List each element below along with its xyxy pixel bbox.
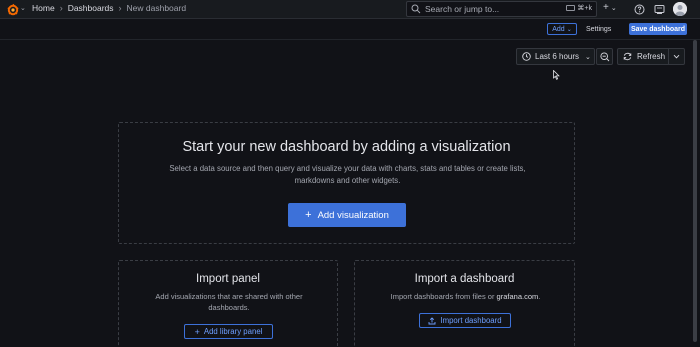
add-library-panel-button[interactable]: + Add library panel [184, 324, 273, 339]
search-input[interactable]: Search or jump to... ⌘+k [406, 1, 597, 17]
add-library-panel-label: Add library panel [203, 327, 263, 336]
chevron-right-icon: › [118, 3, 122, 13]
grafana-com-link[interactable]: grafana.com [497, 292, 539, 301]
grafana-logo-icon[interactable] [6, 3, 20, 17]
shortcut-label: ⌘+k [577, 5, 592, 12]
description-text: Import dashboards from files or [390, 292, 497, 301]
chevron-down-icon [673, 54, 680, 59]
description-suffix: . [538, 292, 541, 301]
breadcrumb-current: New dashboard [126, 3, 187, 13]
breadcrumb-home[interactable]: Home [32, 3, 55, 13]
import-panel-card: Import panel Add visualizations that are… [118, 260, 338, 347]
settings-button[interactable]: Settings [586, 23, 611, 35]
empty-state-title: Start your new dashboard by adding a vis… [182, 139, 511, 155]
divider [668, 49, 669, 64]
import-panel-description: Add visualizations that are shared with … [155, 292, 303, 312]
chevron-right-icon: › [59, 3, 63, 13]
import-panel-title: Import panel [196, 273, 260, 285]
save-dashboard-button[interactable]: Save dashboard [629, 23, 687, 35]
upload-icon [428, 316, 436, 324]
empty-state-description: Select a data source and then query and … [169, 164, 526, 185]
add-visualization-button[interactable]: + Add visualization [288, 203, 406, 227]
time-range-picker[interactable]: Last 6 hours ⌄ [516, 48, 595, 65]
add-visualization-label: Add visualization [317, 209, 389, 221]
clock-icon [522, 52, 531, 61]
top-navbar: ⌄ Home › Dashboards › New dashboard Sear… [0, 0, 700, 19]
chevron-down-icon: ⌄ [566, 26, 572, 33]
chevron-down-icon[interactable]: ⌄ [20, 4, 26, 12]
avatar[interactable] [673, 2, 687, 16]
search-shortcut: ⌘+k [566, 4, 592, 12]
chevron-down-icon: ⌄ [610, 4, 617, 12]
import-dashboard-button[interactable]: Import dashboard [419, 313, 511, 328]
breadcrumb-dashboards[interactable]: Dashboards [68, 3, 114, 13]
zoom-out-button[interactable] [596, 48, 613, 65]
search-placeholder: Search or jump to... [425, 4, 500, 14]
help-icon[interactable] [634, 4, 645, 15]
new-menu-button[interactable]: + ⌄ [603, 2, 617, 13]
keyboard-icon [566, 5, 576, 11]
import-dashboard-label: Import dashboard [440, 316, 502, 325]
time-range-label: Last 6 hours [535, 52, 580, 61]
news-icon[interactable] [654, 4, 665, 15]
plus-icon: + [603, 2, 609, 13]
refresh-button[interactable]: Refresh [617, 48, 685, 65]
dashboard-toolbar: Add ⌄ Settings Save dashboard [0, 19, 700, 40]
mouse-cursor-icon [553, 70, 560, 80]
refresh-icon [623, 52, 632, 61]
search-icon [411, 4, 421, 14]
scrollbar[interactable] [693, 40, 697, 342]
add-label: Add [552, 25, 565, 33]
add-button[interactable]: Add ⌄ [547, 23, 577, 35]
plus-icon: + [305, 209, 312, 221]
refresh-label: Refresh [637, 52, 666, 61]
empty-dashboard-callout: Start your new dashboard by adding a vis… [118, 122, 575, 244]
import-dashboard-card: Import a dashboard Import dashboards fro… [354, 260, 575, 347]
plus-icon: + [194, 326, 200, 337]
import-dashboard-title: Import a dashboard [414, 273, 515, 285]
zoom-out-icon [599, 51, 609, 61]
refresh-interval-picker[interactable] [673, 53, 680, 60]
import-dashboard-description: Import dashboards from files or grafana.… [355, 291, 576, 302]
chevron-down-icon: ⌄ [585, 53, 591, 61]
breadcrumb: Home › Dashboards › New dashboard [32, 3, 186, 13]
